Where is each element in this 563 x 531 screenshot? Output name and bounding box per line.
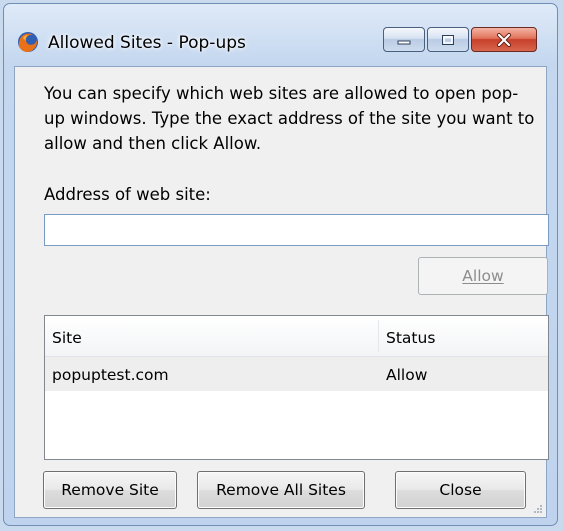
intro-text: You can specify which web sites are allo… xyxy=(44,84,535,153)
row-site: popuptest.com xyxy=(52,366,169,384)
remove-all-sites-label: Remove All Sites xyxy=(216,481,346,499)
remove-site-label: Remove Site xyxy=(61,481,159,499)
sites-list[interactable]: Site Status popuptest.com Allow xyxy=(44,315,549,460)
maximize-icon xyxy=(442,34,454,45)
address-input[interactable] xyxy=(44,214,549,246)
column-header-site[interactable]: Site xyxy=(52,329,82,347)
close-button[interactable]: Close xyxy=(395,471,526,509)
dialog-content: You can specify which web sites are allo… xyxy=(14,66,549,518)
close-window-button[interactable] xyxy=(471,27,537,52)
column-divider[interactable] xyxy=(378,320,379,352)
allow-button[interactable]: Allow xyxy=(418,257,548,295)
title-bar[interactable]: Allowed Sites - Pop-ups xyxy=(4,4,557,66)
list-header: Site Status xyxy=(45,316,548,357)
address-label: Address of web site: xyxy=(44,185,211,204)
remove-all-sites-button[interactable]: Remove All Sites xyxy=(197,471,365,509)
maximize-button[interactable] xyxy=(427,27,469,52)
resize-grip-icon[interactable] xyxy=(533,504,543,514)
firefox-icon xyxy=(18,32,38,52)
dialog-window: Allowed Sites - Pop-ups You can specify … xyxy=(3,3,558,526)
minimize-icon xyxy=(397,40,411,44)
window-title: Allowed Sites - Pop-ups xyxy=(48,33,246,53)
close-icon xyxy=(497,32,511,47)
minimize-button[interactable] xyxy=(383,27,425,52)
remove-site-button[interactable]: Remove Site xyxy=(43,471,177,509)
row-status: Allow xyxy=(386,366,428,384)
table-row[interactable]: popuptest.com Allow xyxy=(45,357,548,391)
column-header-status[interactable]: Status xyxy=(386,329,435,347)
close-label: Close xyxy=(439,481,482,499)
allow-button-label: Allow xyxy=(462,267,504,285)
